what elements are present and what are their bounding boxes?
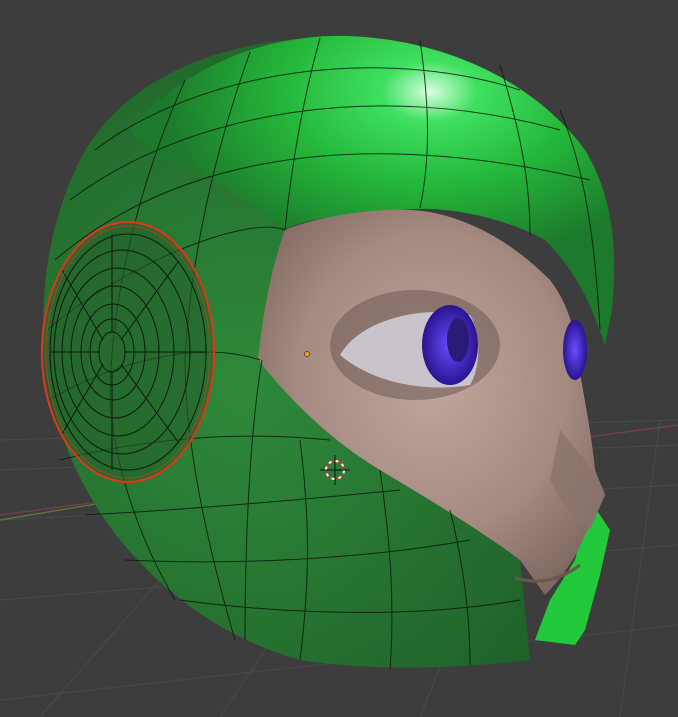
far-eye-iris xyxy=(563,320,587,380)
3d-viewport[interactable] xyxy=(0,0,678,717)
eye-pupil xyxy=(447,318,469,362)
origin-point[interactable] xyxy=(304,351,310,357)
scene-canvas[interactable] xyxy=(0,0,678,717)
ear-disc[interactable] xyxy=(40,220,216,484)
